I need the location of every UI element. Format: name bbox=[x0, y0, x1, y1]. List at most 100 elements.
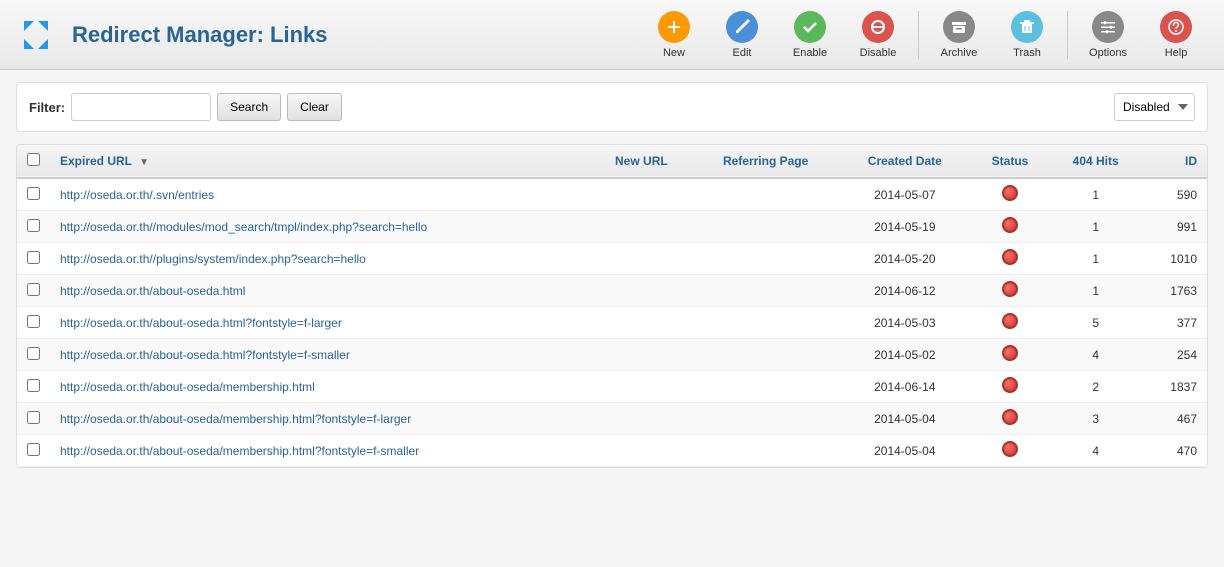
status-dot-icon[interactable] bbox=[1002, 313, 1018, 329]
row-new-url bbox=[591, 307, 692, 339]
new-button[interactable]: New bbox=[642, 7, 706, 63]
header-created-date: Created Date bbox=[839, 145, 970, 178]
row-checkbox[interactable] bbox=[27, 251, 40, 264]
row-404-hits: 2 bbox=[1050, 371, 1142, 403]
enable-icon bbox=[794, 11, 826, 43]
table-row: http://oseda.or.th/about-oseda.html?font… bbox=[17, 339, 1207, 371]
row-checkbox[interactable] bbox=[27, 187, 40, 200]
archive-button[interactable]: Archive bbox=[927, 7, 991, 63]
row-id: 1010 bbox=[1142, 243, 1207, 275]
links-table: Expired URL ▼ New URL Referring Page Cre… bbox=[17, 145, 1207, 467]
toolbar: New Edit Enable bbox=[642, 7, 1208, 63]
row-404-hits: 4 bbox=[1050, 435, 1142, 467]
header-referring-page: Referring Page bbox=[692, 145, 839, 178]
row-status bbox=[970, 178, 1049, 211]
filter-input[interactable] bbox=[71, 93, 211, 121]
table-row: http://oseda.or.th//modules/mod_search/t… bbox=[17, 211, 1207, 243]
row-checkbox[interactable] bbox=[27, 443, 40, 456]
filter-label: Filter: bbox=[29, 100, 65, 115]
disable-icon bbox=[862, 11, 894, 43]
table-row: http://oseda.or.th/about-oseda.html 2014… bbox=[17, 275, 1207, 307]
expired-url-link[interactable]: http://oseda.or.th/about-oseda.html?font… bbox=[60, 348, 350, 362]
row-new-url bbox=[591, 435, 692, 467]
expired-url-link[interactable]: http://oseda.or.th/about-oseda/membershi… bbox=[60, 380, 315, 394]
row-404-hits: 5 bbox=[1050, 307, 1142, 339]
row-referring-page bbox=[692, 307, 839, 339]
row-referring-page bbox=[692, 211, 839, 243]
row-id: 1763 bbox=[1142, 275, 1207, 307]
row-referring-page bbox=[692, 275, 839, 307]
row-404-hits: 1 bbox=[1050, 243, 1142, 275]
disable-button[interactable]: Disable bbox=[846, 7, 910, 63]
header-new-url: New URL bbox=[591, 145, 692, 178]
row-checkbox-cell bbox=[17, 371, 50, 403]
row-checkbox[interactable] bbox=[27, 411, 40, 424]
row-checkbox-cell bbox=[17, 243, 50, 275]
toolbar-separator bbox=[918, 11, 919, 59]
row-checkbox[interactable] bbox=[27, 219, 40, 232]
select-all-checkbox[interactable] bbox=[27, 153, 40, 166]
status-dot-icon[interactable] bbox=[1002, 345, 1018, 361]
status-dot-icon[interactable] bbox=[1002, 409, 1018, 425]
row-checkbox-cell bbox=[17, 435, 50, 467]
expired-url-link[interactable]: http://oseda.or.th//modules/mod_search/t… bbox=[60, 220, 427, 234]
table-row: http://oseda.or.th//plugins/system/index… bbox=[17, 243, 1207, 275]
search-button[interactable]: Search bbox=[217, 93, 281, 121]
row-created-date: 2014-06-12 bbox=[839, 275, 970, 307]
row-id: 254 bbox=[1142, 339, 1207, 371]
row-checkbox[interactable] bbox=[27, 315, 40, 328]
row-checkbox-cell bbox=[17, 178, 50, 211]
row-checkbox[interactable] bbox=[27, 347, 40, 360]
status-dot-icon[interactable] bbox=[1002, 377, 1018, 393]
row-created-date: 2014-05-04 bbox=[839, 435, 970, 467]
status-dot-icon[interactable] bbox=[1002, 281, 1018, 297]
logo-icon bbox=[16, 13, 60, 57]
expired-url-link[interactable]: http://oseda.or.th/about-oseda.html?font… bbox=[60, 316, 342, 330]
trash-button[interactable]: Trash bbox=[995, 7, 1059, 63]
row-created-date: 2014-05-07 bbox=[839, 178, 970, 211]
row-created-date: 2014-05-02 bbox=[839, 339, 970, 371]
options-button[interactable]: Options bbox=[1076, 7, 1140, 63]
expired-url-link[interactable]: http://oseda.or.th/about-oseda/membershi… bbox=[60, 444, 419, 458]
row-created-date: 2014-06-14 bbox=[839, 371, 970, 403]
new-icon bbox=[658, 11, 690, 43]
row-404-hits: 1 bbox=[1050, 275, 1142, 307]
row-checkbox[interactable] bbox=[27, 379, 40, 392]
expired-url-link[interactable]: http://oseda.or.th//plugins/system/index… bbox=[60, 252, 366, 266]
row-404-hits: 3 bbox=[1050, 403, 1142, 435]
table-row: http://oseda.or.th/about-oseda/membershi… bbox=[17, 403, 1207, 435]
row-referring-page bbox=[692, 339, 839, 371]
row-status bbox=[970, 243, 1049, 275]
clear-button[interactable]: Clear bbox=[287, 93, 342, 121]
archive-icon bbox=[943, 11, 975, 43]
status-dot-icon[interactable] bbox=[1002, 249, 1018, 265]
row-referring-page bbox=[692, 243, 839, 275]
row-referring-page bbox=[692, 371, 839, 403]
table-row: http://oseda.or.th/about-oseda/membershi… bbox=[17, 435, 1207, 467]
row-id: 590 bbox=[1142, 178, 1207, 211]
enable-button[interactable]: Enable bbox=[778, 7, 842, 63]
expired-url-link[interactable]: http://oseda.or.th/about-oseda/membershi… bbox=[60, 412, 411, 426]
row-referring-page bbox=[692, 403, 839, 435]
row-404-hits: 1 bbox=[1050, 211, 1142, 243]
status-filter-select[interactable]: Disabled Enabled All bbox=[1114, 93, 1195, 121]
row-expired-url: http://oseda.or.th/about-oseda.html?font… bbox=[50, 307, 591, 339]
status-dot-icon[interactable] bbox=[1002, 185, 1018, 201]
row-new-url bbox=[591, 275, 692, 307]
help-icon bbox=[1160, 11, 1192, 43]
help-button[interactable]: Help bbox=[1144, 7, 1208, 63]
row-id: 470 bbox=[1142, 435, 1207, 467]
filter-left: Filter: Search Clear bbox=[29, 93, 342, 121]
options-icon bbox=[1092, 11, 1124, 43]
expired-url-link[interactable]: http://oseda.or.th/.svn/entries bbox=[60, 188, 214, 202]
sort-arrow-icon[interactable]: ▼ bbox=[139, 157, 149, 168]
table-row: http://oseda.or.th/about-oseda/membershi… bbox=[17, 371, 1207, 403]
status-dot-icon[interactable] bbox=[1002, 441, 1018, 457]
row-checkbox[interactable] bbox=[27, 283, 40, 296]
header-id: ID bbox=[1142, 145, 1207, 178]
row-new-url bbox=[591, 371, 692, 403]
edit-button[interactable]: Edit bbox=[710, 7, 774, 63]
row-checkbox-cell bbox=[17, 275, 50, 307]
expired-url-link[interactable]: http://oseda.or.th/about-oseda.html bbox=[60, 284, 245, 298]
status-dot-icon[interactable] bbox=[1002, 217, 1018, 233]
